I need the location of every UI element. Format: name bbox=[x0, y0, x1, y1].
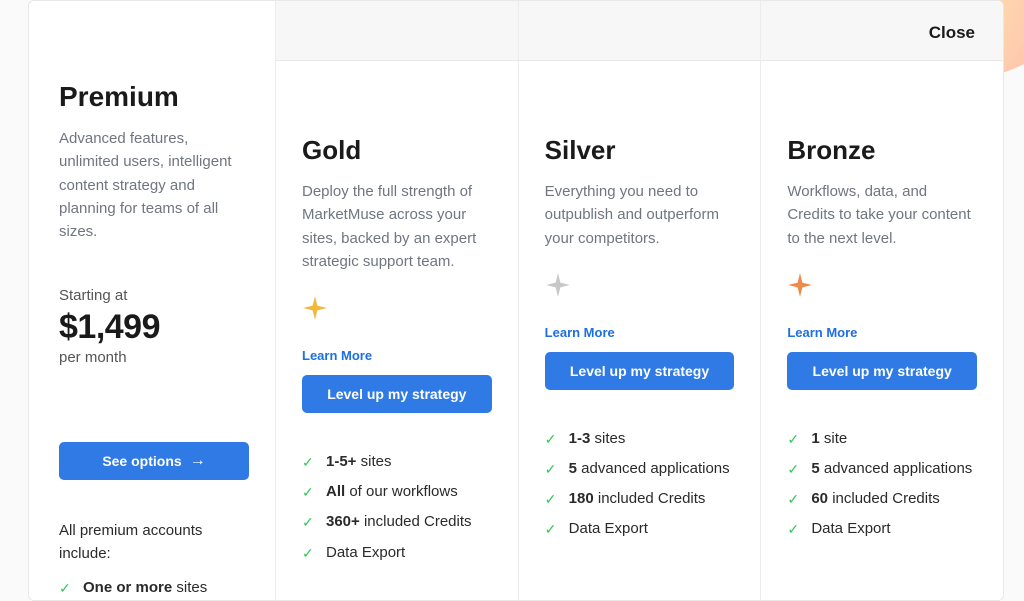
check-icon: ✓ bbox=[545, 430, 559, 448]
header-strip bbox=[519, 1, 761, 61]
check-icon: ✓ bbox=[787, 460, 801, 478]
level-up-button[interactable]: Level up my strategy bbox=[545, 352, 735, 390]
header-strip bbox=[276, 1, 518, 61]
star-icon bbox=[545, 272, 735, 298]
learn-more-link[interactable]: Learn More bbox=[302, 348, 372, 363]
list-item: ✓ Data Export bbox=[302, 544, 492, 562]
list-item: ✓ 360+ included Credits bbox=[302, 513, 492, 531]
cta-label: Level up my strategy bbox=[813, 363, 952, 379]
list-item: ✓ Data Export bbox=[545, 520, 735, 538]
list-item: ✓ All of our workflows bbox=[302, 483, 492, 501]
feature-list: ✓ 1 site ✓ 5 advanced applications ✓ 60 … bbox=[787, 430, 977, 539]
list-item: ✓ 1-5+ sites bbox=[302, 453, 492, 471]
tier-features: ✓ 1 site ✓ 5 advanced applications ✓ 60 … bbox=[787, 430, 977, 539]
close-button[interactable]: Close bbox=[929, 23, 975, 43]
tier-premium: Premium Advanced features, unlimited use… bbox=[29, 1, 276, 600]
cta-label: Level up my strategy bbox=[570, 363, 709, 379]
check-icon: ✓ bbox=[302, 544, 316, 562]
starting-at-label: Starting at bbox=[59, 287, 249, 304]
premium-features-heading: All premium accounts include: bbox=[59, 520, 249, 565]
feature-list: ✓ 1-5+ sites ✓ All of our workflows ✓ 36… bbox=[302, 453, 492, 562]
feature-list: ✓ 1-3 sites ✓ 5 advanced applications ✓ … bbox=[545, 430, 735, 539]
list-item: ✓ 5 advanced applications bbox=[787, 460, 977, 478]
list-item: ✓ Data Export bbox=[787, 520, 977, 538]
check-icon: ✓ bbox=[787, 520, 801, 538]
list-item: ✓ 60 included Credits bbox=[787, 490, 977, 508]
feature-text: 5 advanced applications bbox=[811, 460, 972, 477]
tier-title-bronze: Bronze bbox=[787, 135, 977, 166]
feature-text: One or more sites bbox=[83, 579, 207, 596]
pricing-modal: Close Premium Advanced features, unlimit… bbox=[28, 0, 1004, 601]
per-month-label: per month bbox=[59, 349, 249, 366]
feature-text: 180 included Credits bbox=[569, 490, 706, 507]
cta-label: Level up my strategy bbox=[327, 386, 466, 402]
tier-gold: Gold Deploy the full strength of MarketM… bbox=[276, 1, 519, 600]
tier-title-silver: Silver bbox=[545, 135, 735, 166]
tier-desc-silver: Everything you need to outpublish and ou… bbox=[545, 180, 735, 250]
check-icon: ✓ bbox=[59, 579, 73, 597]
tier-title-gold: Gold bbox=[302, 135, 492, 166]
tier-desc-bronze: Workflows, data, and Credits to take you… bbox=[787, 180, 977, 250]
feature-text: 1-3 sites bbox=[569, 430, 626, 447]
check-icon: ✓ bbox=[545, 490, 559, 508]
list-item: ✓ One or more sites bbox=[59, 579, 249, 597]
star-icon bbox=[787, 272, 977, 298]
see-options-button[interactable]: See options → bbox=[59, 442, 249, 480]
tier-desc-gold: Deploy the full strength of MarketMuse a… bbox=[302, 180, 492, 273]
check-icon: ✓ bbox=[302, 483, 316, 501]
feature-text: 1-5+ sites bbox=[326, 453, 391, 470]
premium-features: All premium accounts include: ✓ One or m… bbox=[59, 520, 249, 601]
feature-text: 360+ included Credits bbox=[326, 513, 472, 530]
feature-text: Data Export bbox=[326, 544, 405, 561]
check-icon: ✓ bbox=[545, 460, 559, 478]
check-icon: ✓ bbox=[787, 490, 801, 508]
feature-text: Data Export bbox=[569, 520, 648, 537]
learn-more-link[interactable]: Learn More bbox=[787, 325, 857, 340]
tier-bronze: Bronze Workflows, data, and Credits to t… bbox=[761, 1, 1003, 600]
tier-silver: Silver Everything you need to outpublish… bbox=[519, 1, 762, 600]
level-up-button[interactable]: Level up my strategy bbox=[302, 375, 492, 413]
check-icon: ✓ bbox=[302, 513, 316, 531]
premium-feature-list: ✓ One or more sites✓ Unlimited users bbox=[59, 579, 249, 601]
list-item: ✓ 180 included Credits bbox=[545, 490, 735, 508]
feature-text: 60 included Credits bbox=[811, 490, 939, 507]
list-item: ✓ 1 site bbox=[787, 430, 977, 448]
list-item: ✓ 1-3 sites bbox=[545, 430, 735, 448]
level-up-button[interactable]: Level up my strategy bbox=[787, 352, 977, 390]
learn-more-link[interactable]: Learn More bbox=[545, 325, 615, 340]
feature-text: 5 advanced applications bbox=[569, 460, 730, 477]
tier-features: ✓ 1-3 sites ✓ 5 advanced applications ✓ … bbox=[545, 430, 735, 539]
feature-text: Data Export bbox=[811, 520, 890, 537]
feature-text: 1 site bbox=[811, 430, 847, 447]
check-icon: ✓ bbox=[545, 520, 559, 538]
cta-label: See options bbox=[102, 453, 181, 469]
check-icon: ✓ bbox=[787, 430, 801, 448]
star-icon bbox=[302, 295, 492, 321]
arrow-right-icon: → bbox=[190, 452, 206, 470]
feature-text: All of our workflows bbox=[326, 483, 458, 500]
premium-price: $1,499 bbox=[59, 308, 249, 347]
list-item: ✓ 5 advanced applications bbox=[545, 460, 735, 478]
tier-title-premium: Premium bbox=[59, 81, 249, 113]
check-icon: ✓ bbox=[302, 453, 316, 471]
tier-desc-premium: Advanced features, unlimited users, inte… bbox=[59, 127, 249, 243]
tier-features: ✓ 1-5+ sites ✓ All of our workflows ✓ 36… bbox=[302, 453, 492, 562]
